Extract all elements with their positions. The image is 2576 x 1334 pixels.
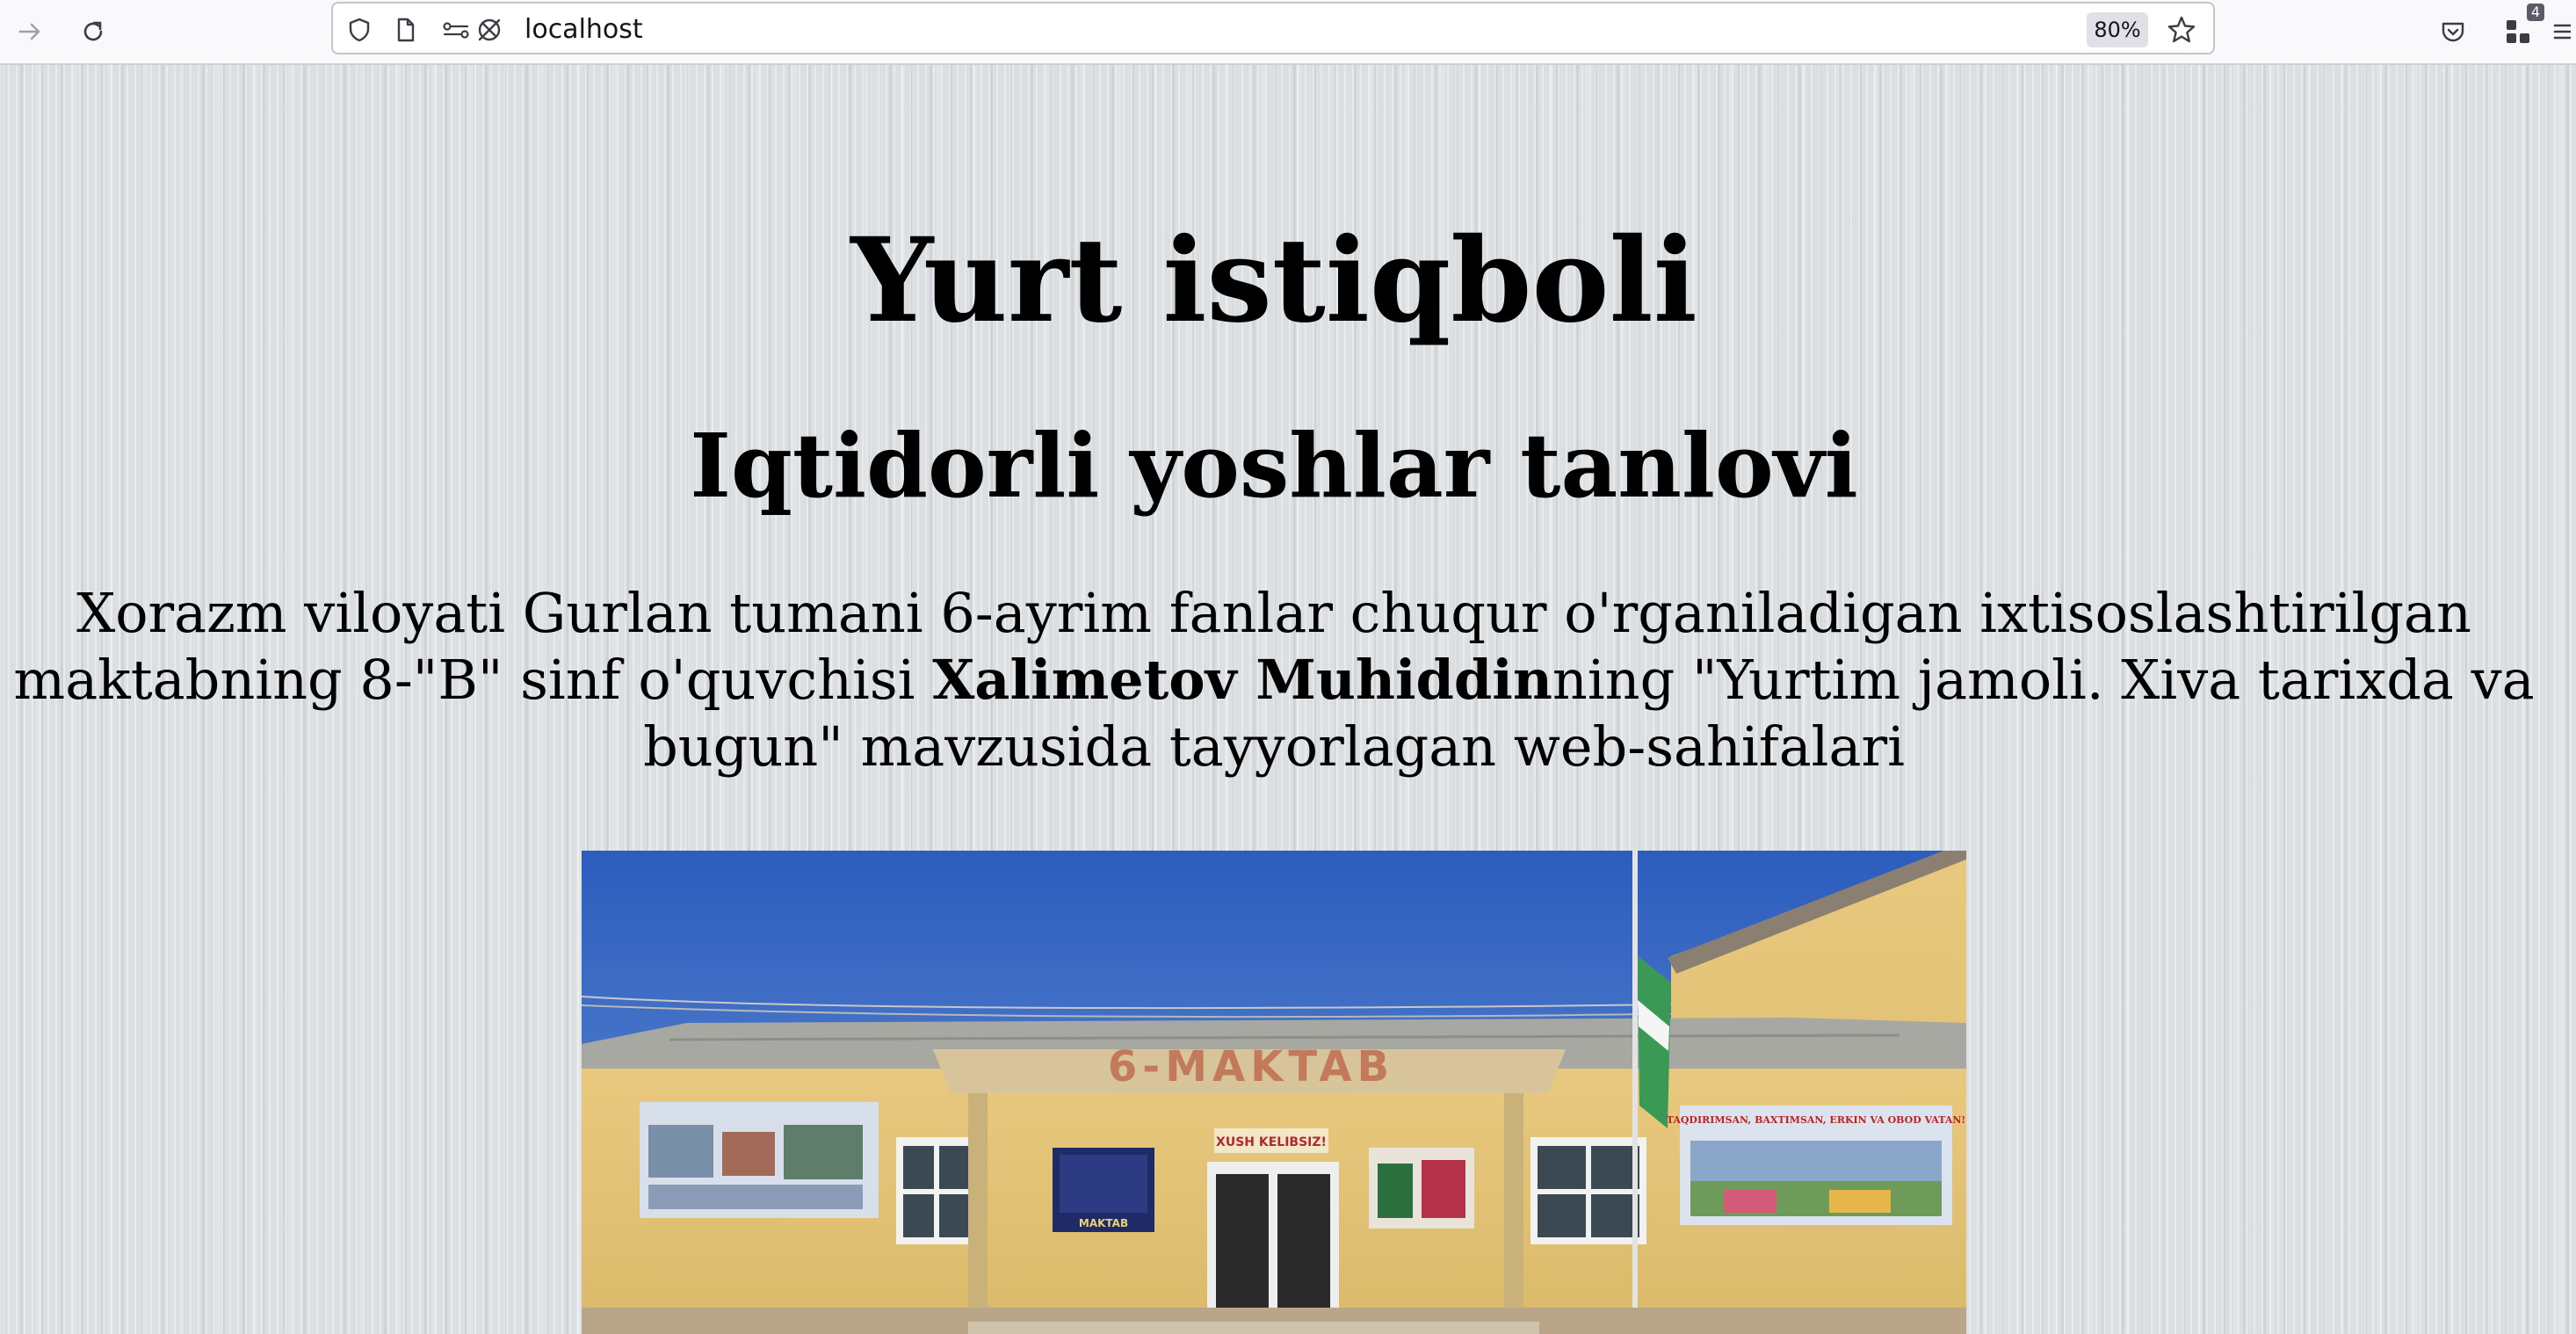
forward-button[interactable] <box>9 11 51 53</box>
page-info-button[interactable] <box>389 14 421 46</box>
shield-icon <box>349 18 370 42</box>
bookmark-button[interactable] <box>2166 14 2197 46</box>
extensions-count-badge: 4 <box>2527 4 2544 21</box>
menu-icon <box>2553 24 2571 40</box>
menu-button[interactable] <box>2553 11 2576 53</box>
student-name: Xalimetov Muhiddin <box>932 648 1552 712</box>
tracking-off-icon <box>478 18 501 41</box>
page-content: Yurt istiqboli Iqtidorli yoshlar tanlovi… <box>0 65 2576 1334</box>
extensions-icon <box>2507 20 2529 43</box>
right-banner-text: TAQDIRIMSAN, BAXTIMSAN, ERKIN VA OBOD VA… <box>1667 1114 1966 1126</box>
page-subtitle: Iqtidorli yoshlar tanlovi <box>690 414 1858 518</box>
arrow-right-icon <box>18 23 40 40</box>
page-title: Yurt istiqboli <box>850 213 1697 349</box>
browser-toolbar: localhost 80% 4 <box>0 0 2576 65</box>
page-icon <box>397 18 415 42</box>
flagpole <box>1632 851 1638 1334</box>
url-bar[interactable]: localhost 80% <box>331 2 2215 54</box>
url-text[interactable]: localhost <box>525 12 643 47</box>
site-info-button[interactable] <box>344 14 375 46</box>
permissions-icon <box>443 22 469 39</box>
extensions-button[interactable]: 4 <box>2497 4 2544 53</box>
tracking-protection-button[interactable] <box>474 14 505 46</box>
star-icon <box>2167 16 2196 43</box>
reload-button[interactable] <box>72 11 114 53</box>
welcome-sign-text: XUSH KELIBSIZ! <box>1216 1135 1327 1149</box>
permissions-button[interactable] <box>440 14 472 46</box>
pocket-button[interactable] <box>2432 11 2474 53</box>
intro-paragraph: Xorazm viloyati Gurlan tumani 6-ayrim fa… <box>0 580 2557 780</box>
school-building-photo: 6-MAKTAB MAKTAB XUSH KELIBSIZ! TAQDIRIMS… <box>582 851 1966 1334</box>
zoom-level-badge[interactable]: 80% <box>2087 12 2148 47</box>
reload-icon <box>83 21 103 41</box>
plaque-text: MAKTAB <box>1079 1217 1128 1229</box>
school-sign: 6-MAKTAB <box>1108 1042 1394 1091</box>
pocket-icon <box>2442 22 2464 42</box>
